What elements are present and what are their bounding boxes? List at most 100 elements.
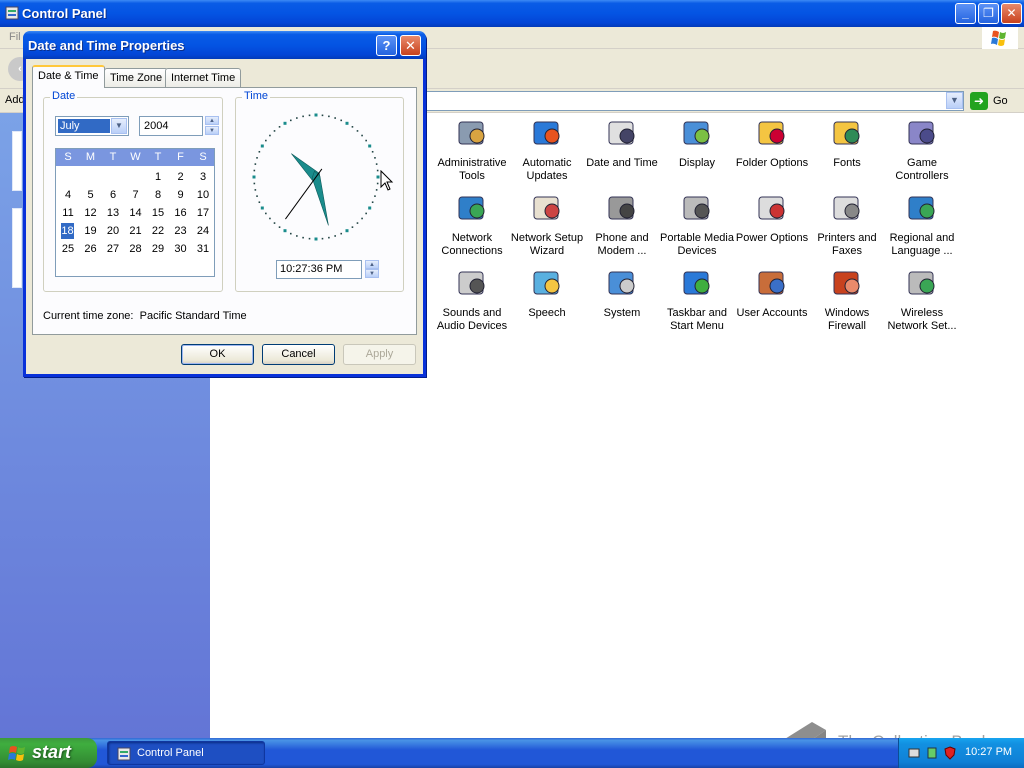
taskbar-clock[interactable]: 10:27 PM (965, 746, 1012, 758)
control-panel-item[interactable]: Date and Time (585, 116, 659, 170)
control-panel-item[interactable]: Printers and Faxes (810, 191, 884, 258)
calendar-day[interactable]: 25 (57, 241, 79, 257)
calendar-day[interactable]: 29 (147, 241, 169, 257)
security-shield-icon[interactable] (943, 746, 957, 760)
calendar-day[interactable]: 5 (80, 187, 102, 203)
clock-tick (260, 206, 264, 210)
calendar-day[interactable]: 14 (125, 205, 147, 221)
address-dropdown-button[interactable]: ▼ (946, 92, 963, 109)
calendar-day[interactable]: 12 (80, 205, 102, 221)
year-stepper[interactable]: 2004 (139, 116, 203, 136)
control-panel-item[interactable]: Sounds and Audio Devices (435, 266, 509, 333)
control-panel-item[interactable]: Regional and Language ... (885, 191, 959, 258)
month-calendar[interactable]: SMTWTFS 1 2 3 4 5 6 7 8 9 10 11 12 13 14 15 16 17 18 19 20 2… (55, 148, 215, 277)
control-panel-titlebar[interactable]: Control Panel _ ❐ ✕ (0, 0, 1024, 27)
calendar-day[interactable]: 20 (102, 223, 124, 239)
dialog-titlebar[interactable]: Date and Time Properties ? ✕ (23, 31, 426, 59)
help-button[interactable]: ? (376, 35, 397, 56)
calendar-day[interactable]: 15 (147, 205, 169, 221)
network-connections-icon (458, 196, 485, 220)
clock-tick (361, 134, 363, 137)
clock-tick (265, 212, 267, 215)
control-panel-item[interactable]: Speech (510, 266, 584, 320)
calendar-day[interactable]: 24 (192, 223, 214, 239)
control-panel-item[interactable]: Phone and Modem ... (585, 191, 659, 258)
calendar-day[interactable]: 23 (170, 223, 192, 239)
calendar-day[interactable]: 22 (147, 223, 169, 239)
control-panel-item[interactable]: Portable Media Devices (660, 191, 734, 258)
calendar-day[interactable]: 7 (125, 187, 147, 203)
control-panel-item[interactable]: Power Options (735, 191, 809, 245)
folder-options-icon (758, 121, 785, 145)
calendar-day[interactable]: 31 (192, 241, 214, 257)
minimize-button[interactable]: _ (955, 3, 976, 24)
calendar-day[interactable]: 10 (192, 187, 214, 203)
control-panel-item[interactable]: Folder Options (735, 116, 809, 170)
clock-tick (296, 235, 298, 237)
taskbar-button-control-panel[interactable]: Control Panel (107, 741, 265, 765)
control-panel-item-label: Network Connections (441, 232, 503, 257)
control-panel-item[interactable]: Network Setup Wizard (510, 191, 584, 258)
calendar-day[interactable]: 1 (147, 169, 169, 185)
apply-button[interactable]: Apply (343, 344, 416, 365)
control-panel-item[interactable]: Display (660, 116, 734, 170)
dialog-close-button[interactable]: ✕ (400, 35, 421, 56)
chevron-down-icon[interactable]: ▼ (111, 118, 127, 134)
calendar-day[interactable]: 30 (170, 241, 192, 257)
calendar-day[interactable]: 19 (80, 223, 102, 239)
start-button[interactable]: start (0, 738, 97, 768)
calendar-day[interactable]: 8 (147, 187, 169, 203)
calendar-day[interactable]: 6 (102, 187, 124, 203)
clock-tick (254, 189, 257, 191)
month-select[interactable]: July ▼ (55, 116, 129, 136)
calendar-day[interactable]: 21 (125, 223, 147, 239)
control-panel-item[interactable]: Administrative Tools (435, 116, 509, 183)
tab-date-time[interactable]: Date & Time (32, 65, 105, 88)
time-input[interactable]: 10:27:36 PM (276, 260, 362, 279)
control-panel-item[interactable]: Wireless Network Set... (885, 266, 959, 333)
printers-and-faxes-icon (833, 196, 860, 220)
clock-tick (302, 236, 304, 239)
clock-tick (371, 201, 374, 204)
calendar-day[interactable]: 27 (102, 241, 124, 257)
calendar-day[interactable]: 26 (80, 241, 102, 257)
tab-time-zone[interactable]: Time Zone (104, 68, 169, 88)
control-panel-item[interactable]: System (585, 266, 659, 320)
tab-panel-date-time: Date July ▼ 2004 ▲ ▼ SMTWTFS 1 2 3 4 5 6 7 8 9 10… (32, 87, 417, 335)
calendar-day[interactable]: 9 (170, 187, 192, 203)
time-up-arrow-icon[interactable]: ▲ (365, 260, 379, 269)
year-down-arrow-icon[interactable]: ▼ (205, 126, 219, 135)
ok-button[interactable]: OK (181, 344, 254, 365)
clock-tick (356, 130, 359, 132)
control-panel-item[interactable]: Windows Firewall (810, 266, 884, 333)
calendar-day[interactable]: 13 (102, 205, 124, 221)
calendar-day[interactable]: 18 (61, 223, 74, 239)
control-panel-item[interactable]: Taskbar and Start Menu (660, 266, 734, 333)
calendar-day[interactable]: 28 (125, 241, 147, 257)
control-panel-item[interactable]: Automatic Updates (510, 116, 584, 183)
control-panel-item[interactable]: User Accounts (735, 266, 809, 320)
calendar-day[interactable]: 3 (192, 169, 214, 185)
restore-button[interactable]: ❐ (978, 3, 999, 24)
go-arrow-icon[interactable]: ➜ (970, 92, 988, 110)
menu-file[interactable]: Fil (9, 31, 21, 43)
go-button[interactable]: Go (993, 95, 1008, 107)
safely-remove-hardware-icon[interactable] (925, 746, 939, 760)
control-panel-item[interactable]: Game Controllers (885, 116, 959, 183)
close-button[interactable]: ✕ (1001, 3, 1022, 24)
year-up-arrow-icon[interactable]: ▲ (205, 116, 219, 125)
tab-internet-time[interactable]: Internet Time (165, 68, 242, 88)
cancel-button[interactable]: Cancel (262, 344, 335, 365)
calendar-day[interactable]: 17 (192, 205, 214, 221)
calendar-day[interactable]: 2 (170, 169, 192, 185)
address-label: Add (5, 94, 25, 106)
clock-tick (371, 150, 374, 153)
calendar-day[interactable]: 4 (57, 187, 79, 203)
control-panel-item[interactable]: Network Connections (435, 191, 509, 258)
control-panel-item-label: Folder Options (735, 157, 809, 169)
calendar-day[interactable]: 11 (57, 205, 79, 221)
calendar-day[interactable]: 16 (170, 205, 192, 221)
network-tray-icon[interactable] (907, 746, 921, 760)
control-panel-item[interactable]: Fonts (810, 116, 884, 170)
time-down-arrow-icon[interactable]: ▼ (365, 269, 379, 278)
